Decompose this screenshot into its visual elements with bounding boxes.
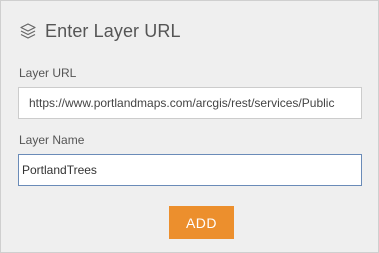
layer-url-label: Layer URL [19, 66, 77, 80]
layer-url-input[interactable] [18, 87, 362, 119]
layer-name-input[interactable] [18, 154, 362, 186]
add-button[interactable]: ADD [169, 206, 234, 239]
add-layer-panel: Enter Layer URL Layer URL Layer Name ADD [0, 0, 379, 253]
layers-icon [19, 22, 37, 40]
panel-title: Enter Layer URL [45, 20, 181, 41]
panel-header: Enter Layer URL [19, 17, 181, 45]
layer-name-label: Layer Name [19, 133, 85, 147]
